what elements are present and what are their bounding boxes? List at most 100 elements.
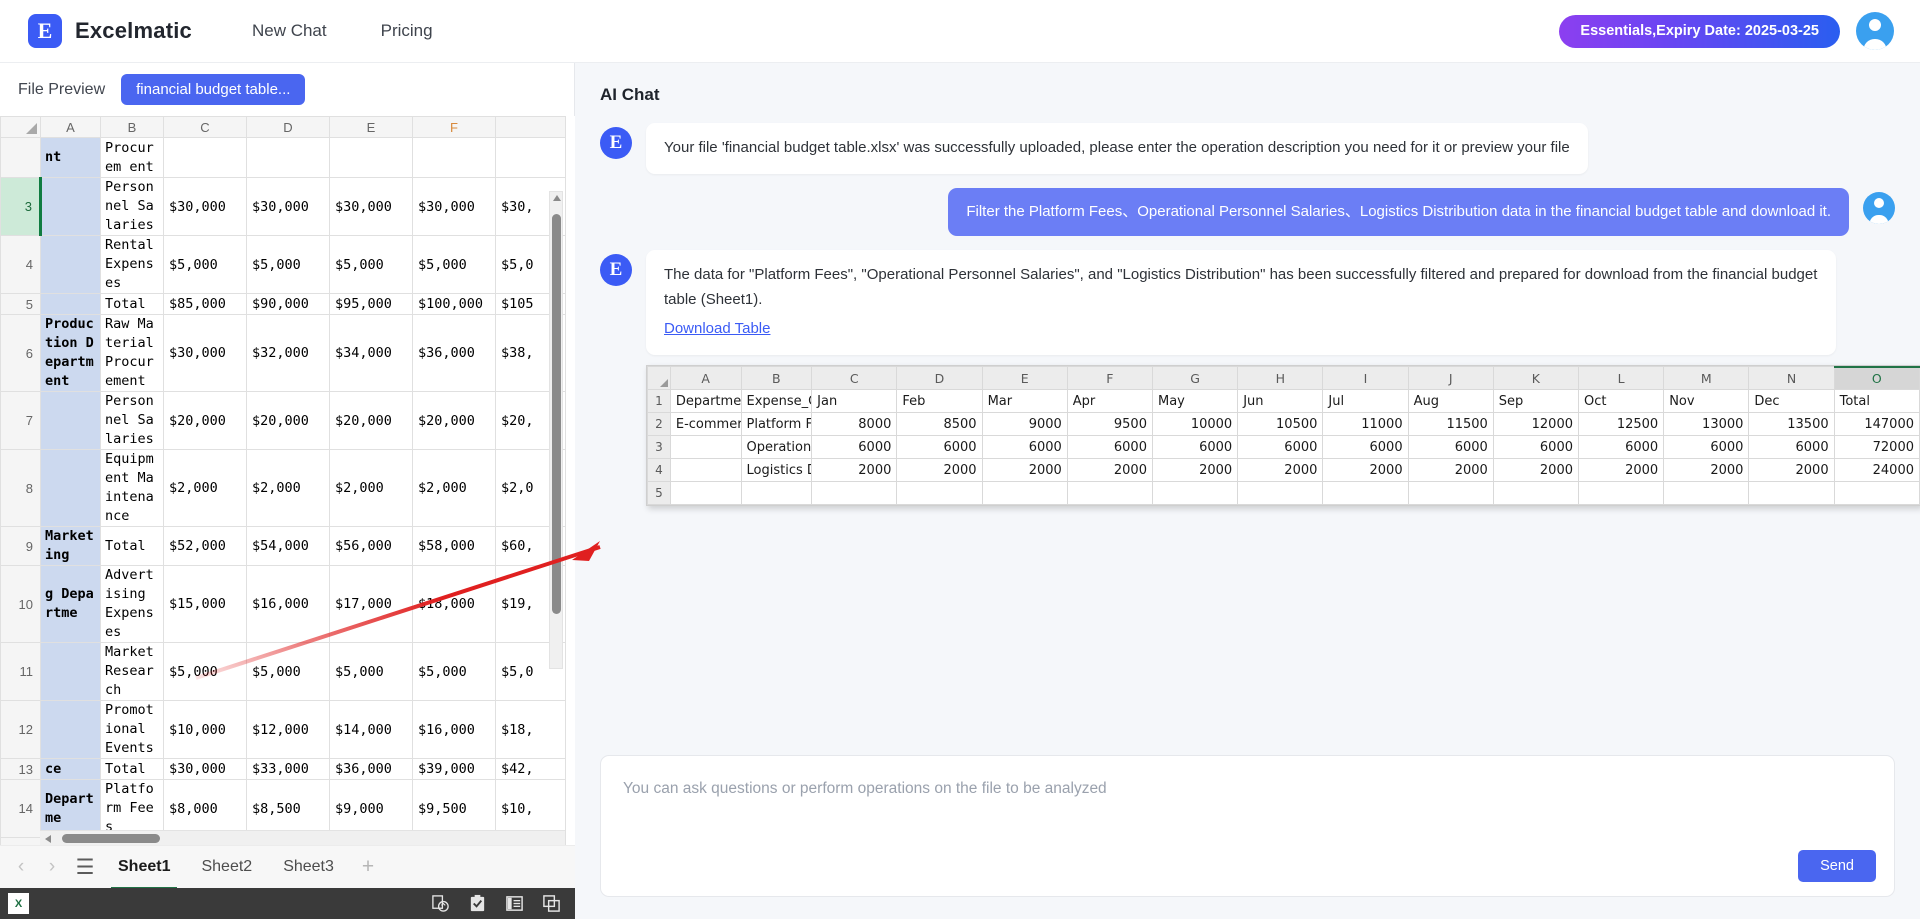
cell-a[interactable]	[41, 294, 101, 315]
result-cell[interactable]: 9000	[982, 413, 1067, 436]
result-cell[interactable]: 13500	[1749, 413, 1834, 436]
cell-c[interactable]	[164, 138, 247, 178]
cell-a[interactable]: nt	[41, 138, 101, 178]
result-cell[interactable]: Jul	[1323, 390, 1408, 413]
result-cell[interactable]: 6000	[1579, 436, 1664, 459]
result-cell[interactable]	[1408, 482, 1493, 505]
result-cell[interactable]: 6000	[1067, 436, 1152, 459]
row-header[interactable]: 11	[1, 643, 41, 701]
result-col-header-k[interactable]: K	[1493, 367, 1578, 390]
cell-d[interactable]: $54,000	[247, 527, 330, 566]
cell-b[interactable]: Procurem ent	[101, 138, 164, 178]
table-row[interactable]: 14 Departme Platform Fees $8,000 $8,500 …	[1, 780, 566, 838]
result-row-header[interactable]: 4	[648, 459, 671, 482]
result-cell[interactable]: Dec	[1749, 390, 1834, 413]
row-header[interactable]: 7	[1, 392, 41, 450]
result-cell[interactable]	[1664, 482, 1749, 505]
result-cell[interactable]: 6000	[1664, 436, 1749, 459]
result-cell[interactable]: 2000	[1493, 459, 1578, 482]
cell-a[interactable]	[41, 701, 101, 759]
sheet-prev-icon[interactable]: ‹	[8, 856, 34, 878]
result-cell[interactable]: Expense_C	[741, 390, 812, 413]
cell-b[interactable]: Raw Material Procurement	[101, 315, 164, 392]
cell-b[interactable]: Equipment Maintenance	[101, 450, 164, 527]
cell-d[interactable]: $33,000	[247, 759, 330, 780]
result-cell[interactable]: 13000	[1664, 413, 1749, 436]
table-row[interactable]: 8 Equipment Maintenance $2,000 $2,000 $2…	[1, 450, 566, 527]
cell-c[interactable]: $85,000	[164, 294, 247, 315]
add-sheet-icon[interactable]: +	[352, 855, 384, 879]
result-col-header-b[interactable]: B	[741, 367, 812, 390]
cell-c[interactable]: $30,000	[164, 315, 247, 392]
result-col-header-a[interactable]: A	[670, 367, 741, 390]
cell-d[interactable]: $90,000	[247, 294, 330, 315]
row-header[interactable]: 8	[1, 450, 41, 527]
cell-g[interactable]: $42,	[496, 759, 566, 780]
spreadsheet-viewport[interactable]: A B C D E F nt Procurem ent	[0, 116, 575, 919]
cell-g[interactable]: $10,	[496, 780, 566, 838]
cell-b[interactable]: Personnel Salaries	[101, 392, 164, 450]
result-cell[interactable]: 11500	[1408, 413, 1493, 436]
cell-a[interactable]	[41, 643, 101, 701]
cell-c[interactable]: $5,000	[164, 236, 247, 294]
row-header[interactable]: 12	[1, 701, 41, 759]
cell-c[interactable]: $5,000	[164, 643, 247, 701]
row-header-selected[interactable]: 3	[1, 178, 41, 236]
refresh-icon[interactable]	[431, 894, 450, 913]
row-header[interactable]	[1, 138, 41, 178]
sheet-tab-sheet3[interactable]: Sheet3	[270, 854, 347, 880]
cell-a[interactable]: ce	[41, 759, 101, 780]
table-row[interactable]: 4 Rental Expenses $5,000 $5,000 $5,000 $…	[1, 236, 566, 294]
cell-d[interactable]: $5,000	[247, 236, 330, 294]
table-row[interactable]: 1 Departmen Expense_C Jan Feb Mar Apr Ma…	[648, 390, 1920, 413]
cell-a[interactable]	[41, 450, 101, 527]
result-col-header-h[interactable]: H	[1238, 367, 1323, 390]
result-cell[interactable]: 10500	[1238, 413, 1323, 436]
vertical-scroll-thumb[interactable]	[552, 214, 561, 614]
col-header-a[interactable]: A	[41, 117, 101, 138]
result-row-header[interactable]: 5	[648, 482, 671, 505]
result-cell[interactable]: Feb	[897, 390, 982, 413]
cell-f[interactable]: $16,000	[413, 701, 496, 759]
col-header-b[interactable]: B	[101, 117, 164, 138]
row-header[interactable]: 9	[1, 527, 41, 566]
cell-b[interactable]: Market Research	[101, 643, 164, 701]
col-header-f[interactable]: F	[413, 117, 496, 138]
scroll-left-icon[interactable]	[45, 835, 51, 843]
result-cell[interactable]	[670, 459, 741, 482]
table-row[interactable]: 12 Promotional Events $10,000 $12,000 $1…	[1, 701, 566, 759]
result-cell[interactable]: Jun	[1238, 390, 1323, 413]
result-table-preview[interactable]: A B C D E F G H I J K L	[646, 365, 1920, 507]
cell-b[interactable]: Total	[101, 527, 164, 566]
result-cell[interactable]: 6000	[1152, 436, 1237, 459]
cell-g[interactable]: $18,	[496, 701, 566, 759]
chat-composer[interactable]: You can ask questions or perform operati…	[600, 755, 1895, 897]
table-row[interactable]: 5 Total $85,000 $90,000 $95,000 $100,000…	[1, 294, 566, 315]
result-col-header-o[interactable]: O	[1834, 367, 1919, 390]
result-cell[interactable]: Sep	[1493, 390, 1578, 413]
result-cell[interactable]	[741, 482, 812, 505]
plan-expiry-badge[interactable]: Essentials,Expiry Date: 2025-03-25	[1559, 15, 1840, 48]
result-cell[interactable]: 2000	[1579, 459, 1664, 482]
cell-e[interactable]: $5,000	[330, 236, 413, 294]
cell-f[interactable]: $36,000	[413, 315, 496, 392]
result-cell[interactable]	[670, 482, 741, 505]
cell-e[interactable]: $2,000	[330, 450, 413, 527]
cell-f[interactable]: $18,000	[413, 566, 496, 643]
cell-e[interactable]: $36,000	[330, 759, 413, 780]
result-col-header-m[interactable]: M	[1664, 367, 1749, 390]
cell-b[interactable]: Promotional Events	[101, 701, 164, 759]
result-cell[interactable]: Jan	[812, 390, 897, 413]
result-cell[interactable]: 2000	[1664, 459, 1749, 482]
table-row[interactable]: 4 Logistics Di 2000 2000 2000 2000 2000 …	[648, 459, 1920, 482]
result-cell[interactable]	[670, 436, 741, 459]
cell-d[interactable]	[247, 138, 330, 178]
result-col-header-g[interactable]: G	[1152, 367, 1237, 390]
result-cell[interactable]: 2000	[1067, 459, 1152, 482]
cell-c[interactable]: $52,000	[164, 527, 247, 566]
table-row[interactable]: 5	[648, 482, 1920, 505]
cell-f[interactable]: $5,000	[413, 236, 496, 294]
cell-f[interactable]: $100,000	[413, 294, 496, 315]
result-cell[interactable]: 72000	[1834, 436, 1919, 459]
table-row[interactable]: 3 Operationa 6000 6000 6000 6000 6000 60…	[648, 436, 1920, 459]
